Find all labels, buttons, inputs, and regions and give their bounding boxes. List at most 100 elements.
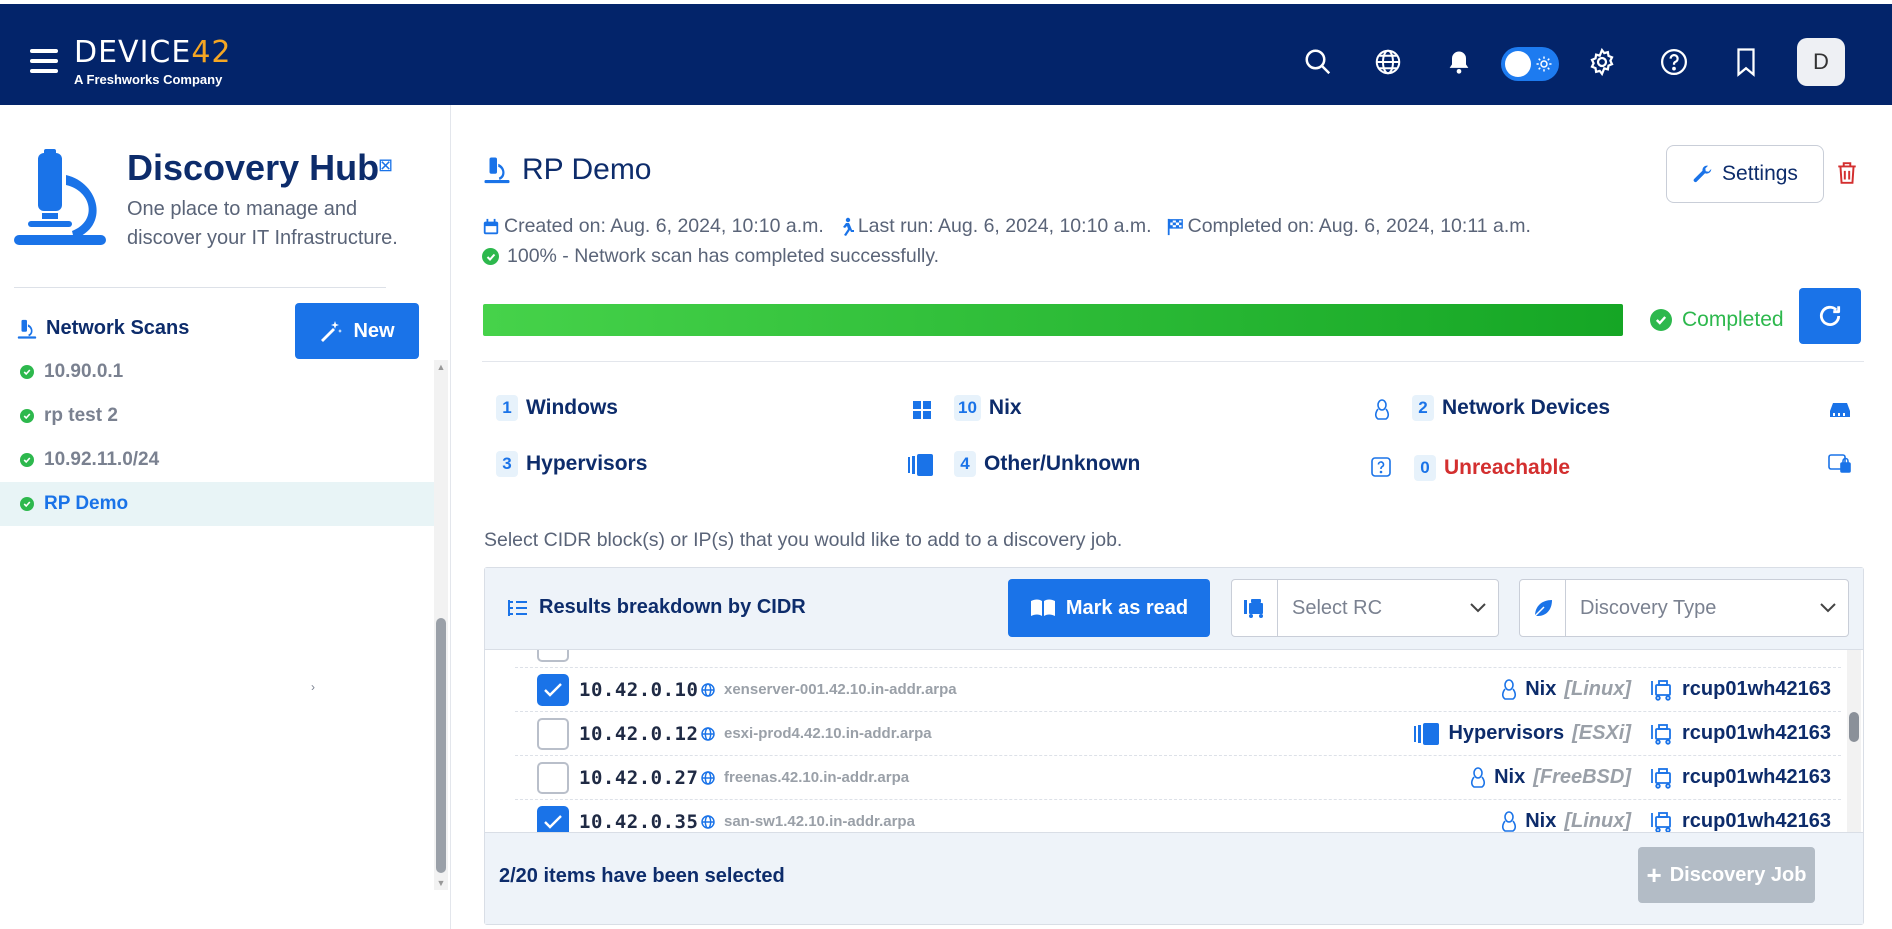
mark-as-read-button[interactable]: Mark as read [1008, 579, 1210, 637]
scrollbar-thumb[interactable] [1849, 712, 1859, 742]
row-ip: 10.42.0.10 [579, 679, 699, 701]
hub-subtitle: One place to manage and discover your IT… [127, 198, 398, 249]
category-windows[interactable]: 1 Windows [496, 395, 618, 421]
bookmark-icon[interactable] [1724, 40, 1768, 84]
sidebar-divider [14, 287, 386, 288]
category-other-unknown[interactable]: 4 Other/Unknown [954, 451, 1140, 477]
scrollbar-thumb[interactable] [436, 618, 446, 873]
linux-icon [1502, 678, 1517, 700]
refresh-button[interactable] [1799, 288, 1861, 344]
row-ip: 10.42.0.27 [579, 767, 699, 789]
user-avatar[interactable]: D [1797, 38, 1845, 86]
scan-item-label: 10.92.11.0/24 [44, 449, 160, 470]
menu-icon[interactable] [30, 49, 58, 73]
plus-icon: + [1646, 860, 1662, 890]
category-network-devices[interactable]: 2 Network Devices [1412, 395, 1610, 421]
row-checkbox[interactable] [537, 718, 569, 750]
select-rc-placeholder: Select RC [1292, 596, 1383, 619]
add-discovery-job-button[interactable]: + Discovery Job [1638, 847, 1815, 903]
row-remote-collector: rcup01wh42163 [1650, 766, 1831, 789]
scan-item-10-92-11-0[interactable]: 10.92.11.0/24 [0, 438, 434, 482]
check-circle-icon [20, 453, 34, 467]
completed-label: Completed [1682, 308, 1784, 331]
microscope-small-icon [17, 319, 37, 339]
gear-icon[interactable] [1580, 40, 1624, 84]
main-content: RP Demo Settings Created on: Aug. 6, 202… [452, 105, 1892, 929]
top-navbar: DEVICE42 A Freshworks Company D [0, 0, 1892, 105]
globe-icon[interactable] [1366, 40, 1410, 84]
row-os-type: Nix [FreeBSD] [1470, 766, 1631, 789]
created-on: Created on: Aug. 6, 2024, 10:10 a.m. [482, 215, 824, 238]
sidebar-scrollbar[interactable]: ▲ ▼ [434, 360, 448, 890]
check-circle-icon [482, 248, 499, 265]
table-row[interactable]: 10.42.0.10 xenserver-001.42.10.in-addr.a… [515, 668, 1841, 712]
remote-collector-icon [1651, 679, 1671, 701]
discovery-job-label: Discovery Job [1669, 863, 1807, 886]
progress-bar [483, 304, 1623, 336]
check-circle-icon [20, 497, 34, 511]
row-ip: 10.42.0.35 [579, 811, 699, 832]
bell-icon[interactable] [1437, 40, 1481, 84]
row-hostname: san-sw1.42.10.in-addr.arpa [700, 813, 915, 830]
linux-icon [1374, 399, 1390, 426]
leaf-icon [1533, 600, 1552, 617]
settings-button[interactable]: Settings [1666, 145, 1824, 203]
wrench-icon [1693, 165, 1712, 183]
results-panel: Results breakdown by CIDR Mark as read S… [484, 567, 1864, 925]
completed-badge: Completed [1650, 308, 1784, 332]
results-title: Results breakdown by CIDR [507, 596, 806, 619]
row-checkbox[interactable] [537, 674, 569, 706]
row-checkbox[interactable] [537, 806, 569, 832]
running-icon [842, 217, 854, 236]
hub-close-icon[interactable]: ⊠ [378, 155, 393, 176]
row-checkbox[interactable] [537, 650, 569, 662]
category-unreachable[interactable]: 0 Unreachable [1414, 455, 1570, 481]
scan-list: 10.90.0.1 rp test 2 10.92.11.0/24 RP Dem… [0, 350, 434, 526]
row-os-type: Nix [Linux] [1501, 678, 1631, 701]
remote-collector-icon [1651, 811, 1671, 832]
table-row[interactable]: 10.42.0.35 san-sw1.42.10.in-addr.arpa Ni… [515, 800, 1841, 832]
theme-toggle[interactable] [1501, 47, 1559, 81]
settings-label: Settings [1722, 162, 1798, 185]
microscope-small-icon [484, 157, 510, 184]
section-divider [482, 361, 1864, 362]
results-title-text: Results breakdown by CIDR [539, 596, 806, 618]
device42-logo[interactable]: DEVICE42 A Freshworks Company [74, 36, 232, 88]
scan-item-10-90-0-1[interactable]: 10.90.0.1 [0, 350, 434, 394]
linux-icon [1502, 810, 1517, 832]
new-button-label: New [353, 319, 395, 342]
magic-wand-icon [321, 321, 343, 342]
select-rc-dropdown[interactable]: Select RC [1231, 579, 1499, 637]
status-text: 100% - Network scan has completed succes… [507, 245, 940, 267]
row-hostname: xenserver-001.42.10.in-addr.arpa [700, 681, 957, 698]
remote-collector-icon [1651, 723, 1671, 745]
globe-icon [701, 814, 715, 829]
network-device-icon [1829, 401, 1851, 424]
row-os-type: Hypervisors [ESXi] [1414, 722, 1631, 745]
remote-collector-icon [1651, 767, 1671, 789]
sidebar: Discovery Hub ⊠ One place to manage and … [0, 105, 451, 929]
discovery-type-dropdown[interactable]: Discovery Type [1519, 579, 1849, 637]
category-hypervisors[interactable]: 3 Hypervisors [496, 451, 647, 477]
scan-item-label: 10.90.0.1 [44, 361, 124, 382]
category-nix[interactable]: 10 Nix [954, 395, 1022, 421]
chevron-down-icon [1470, 603, 1486, 613]
collapse-arrow-icon[interactable]: › [311, 680, 315, 694]
help-icon[interactable] [1652, 40, 1696, 84]
results-scrollbar[interactable] [1847, 650, 1861, 832]
search-icon[interactable] [1296, 40, 1340, 84]
chevron-down-icon [1820, 603, 1836, 613]
row-hostname: esxi-prod4.42.10.in-addr.arpa [700, 725, 932, 742]
table-row[interactable]: 10.42.0.27 freenas.42.10.in-addr.arpa Ni… [515, 756, 1841, 800]
row-hostname: freenas.42.10.in-addr.arpa [700, 769, 909, 786]
trash-icon[interactable] [1836, 161, 1858, 190]
network-scans-label: Network Scans [46, 317, 190, 339]
list-tree-icon [508, 599, 527, 616]
scan-title: RP Demo [482, 153, 652, 187]
table-row[interactable]: 10.42.0.12 esxi-prod4.42.10.in-addr.arpa… [515, 712, 1841, 756]
last-run: Last run: Aug. 6, 2024, 10:10 a.m. [838, 215, 1152, 238]
row-checkbox[interactable] [537, 762, 569, 794]
scan-item-rp-demo[interactable]: RP Demo [0, 482, 434, 526]
unreachable-icon [1828, 454, 1852, 479]
scan-item-rp-test-2[interactable]: rp test 2 [0, 394, 434, 438]
